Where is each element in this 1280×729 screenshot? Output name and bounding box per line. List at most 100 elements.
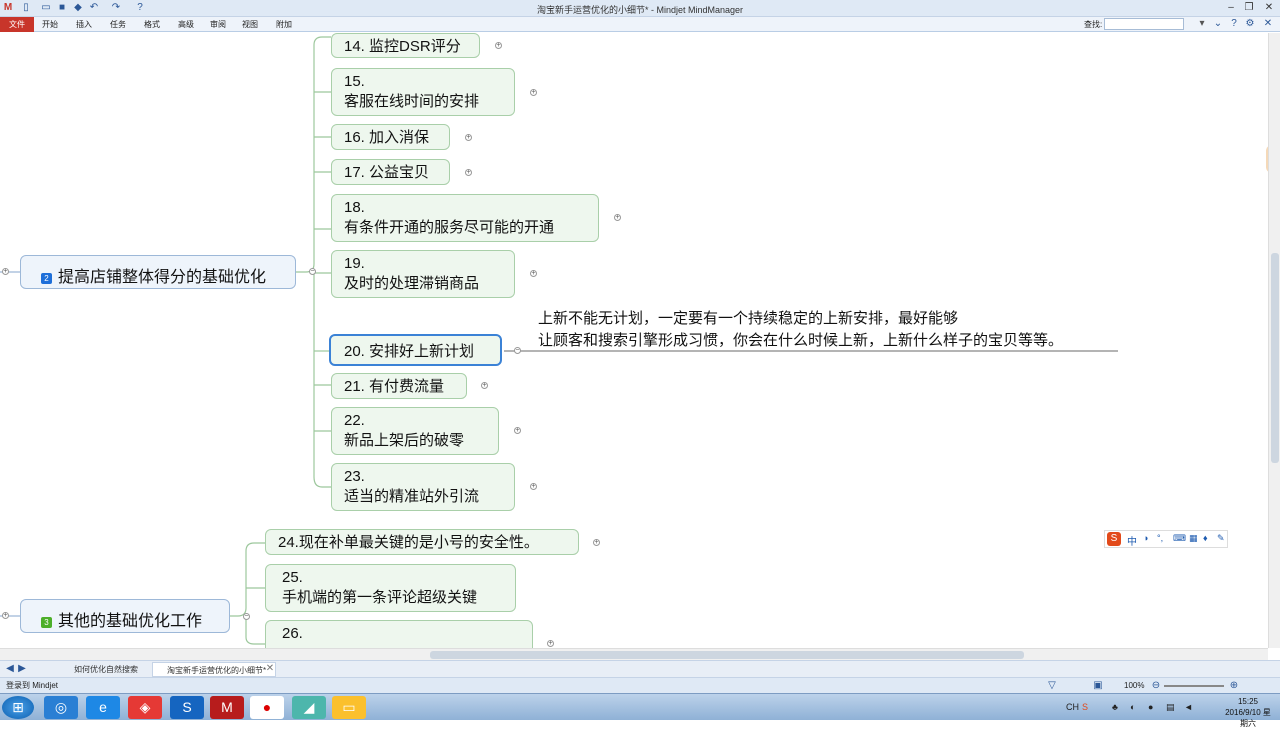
- expand-toggle-icon[interactable]: +: [530, 483, 537, 490]
- close-icon[interactable]: ✕: [1262, 1, 1276, 15]
- tab-file[interactable]: 文件: [0, 17, 34, 32]
- horizontal-scrollbar[interactable]: [0, 648, 1268, 660]
- tray-icon[interactable]: ●: [1148, 702, 1153, 712]
- tab-view[interactable]: 视图: [236, 17, 264, 32]
- expand-toggle-icon[interactable]: +: [495, 42, 502, 49]
- volume-icon[interactable]: ◄: [1184, 702, 1193, 712]
- taskbar-app-icon[interactable]: ◎: [44, 696, 78, 719]
- horizontal-scroll-thumb[interactable]: [430, 651, 1024, 659]
- collapse-toggle-icon[interactable]: −: [514, 347, 521, 354]
- tab-home[interactable]: 开始: [36, 17, 64, 32]
- keyboard-icon[interactable]: ⌨: [1173, 533, 1186, 544]
- settings-icon[interactable]: ⚙: [1244, 18, 1256, 30]
- topic-node-3[interactable]: 3 其他的基础优化工作: [20, 599, 230, 633]
- tab-prev-icon[interactable]: ◀: [4, 663, 16, 675]
- subtopic-21[interactable]: 21. 有付费流量: [331, 373, 467, 399]
- minimize-icon[interactable]: –: [1224, 1, 1238, 15]
- tab-review[interactable]: 审阅: [204, 17, 232, 32]
- expand-toggle-icon[interactable]: +: [530, 270, 537, 277]
- collapse-toggle-icon[interactable]: −: [243, 613, 250, 620]
- close-doc-icon[interactable]: ✕: [1262, 18, 1274, 30]
- subtopic-18[interactable]: 18. 有条件开通的服务尽可能的开通: [331, 194, 599, 242]
- help-circle-icon[interactable]: ?: [1228, 18, 1240, 30]
- view-mode-icon[interactable]: ▣: [1092, 680, 1104, 692]
- subtopic-number: 26.: [282, 625, 303, 642]
- sogou-icon[interactable]: S: [1107, 532, 1121, 546]
- app-icon[interactable]: ◈: [128, 696, 162, 719]
- subtopic-25[interactable]: 25. 手机端的第一条评论超级关键: [265, 564, 516, 612]
- subtopic-22[interactable]: 22. 新品上架后的破零: [331, 407, 499, 455]
- subtopic-17[interactable]: 17. 公益宝贝: [331, 159, 450, 185]
- app-icon[interactable]: ◢: [292, 696, 326, 719]
- close-tab-icon[interactable]: ✕: [264, 663, 276, 675]
- find-input[interactable]: [1104, 18, 1184, 30]
- tab-addins[interactable]: 附加: [270, 17, 298, 32]
- subtopic-20-selected[interactable]: 20. 安排好上新计划: [329, 334, 502, 366]
- zoom-in-icon[interactable]: ⊕: [1228, 680, 1240, 692]
- tab-next-icon[interactable]: ▶: [16, 663, 28, 675]
- tab-format[interactable]: 格式: [138, 17, 166, 32]
- qq-tray-icon[interactable]: ♣: [1112, 702, 1118, 712]
- tab-insert[interactable]: 插入: [70, 17, 98, 32]
- subtopic-24[interactable]: 24.现在补单最关键的是小号的安全性。: [265, 529, 579, 555]
- browser-icon[interactable]: e: [86, 696, 120, 719]
- expand-toggle-icon[interactable]: +: [465, 134, 472, 141]
- mindjet-icon[interactable]: M: [210, 696, 244, 719]
- subtopic-26[interactable]: 26.: [265, 620, 533, 648]
- doc-tab-natural-search[interactable]: 如何优化自然搜索: [60, 662, 140, 677]
- clock[interactable]: 15:25 2016/9/10 星期六: [1222, 696, 1274, 729]
- vertical-scroll-thumb[interactable]: [1271, 253, 1279, 463]
- map-canvas[interactable]: 2 提高店铺整体得分的基础优化 − + 14. 监控DSR评分 + 15. 客服在…: [0, 33, 1268, 648]
- subtopic-number: 25.: [282, 569, 303, 586]
- subtopic-number: 23.: [344, 468, 365, 485]
- document-tabs: ◀ ▶ 如何优化自然搜索 淘宝新手运营优化的小细节* ✕: [0, 660, 1280, 677]
- tab-task[interactable]: 任务: [104, 17, 132, 32]
- language-indicator[interactable]: CH: [1066, 702, 1079, 712]
- expand-toggle-icon[interactable]: +: [481, 382, 488, 389]
- expand-toggle-icon[interactable]: +: [593, 539, 600, 546]
- expand-toggle-icon[interactable]: +: [2, 612, 9, 619]
- skin-icon[interactable]: ♦: [1203, 533, 1208, 543]
- topic-node-2[interactable]: 2 提高店铺整体得分的基础优化: [20, 255, 296, 289]
- tools-icon[interactable]: ▦: [1189, 533, 1198, 544]
- settings-wrench-icon[interactable]: ✎: [1217, 533, 1225, 544]
- topic-label: 其他的基础优化工作: [58, 613, 203, 630]
- vertical-scrollbar[interactable]: [1268, 33, 1280, 648]
- ime-mode-icon[interactable]: 中: [1127, 533, 1137, 548]
- sogou-tray-icon[interactable]: S: [1082, 702, 1088, 712]
- recorder-icon[interactable]: ●: [250, 696, 284, 719]
- tab-advanced[interactable]: 高级: [172, 17, 200, 32]
- topic-number-badge: 3: [41, 617, 52, 628]
- start-button[interactable]: ⊞: [2, 696, 34, 719]
- half-width-icon[interactable]: ◑: [1143, 533, 1148, 543]
- login-status[interactable]: 登录到 Mindjet: [6, 678, 58, 694]
- zoom-slider[interactable]: [1164, 685, 1224, 687]
- doc-tab-current[interactable]: 淘宝新手运营优化的小细节*: [152, 662, 276, 677]
- ime-toolbar[interactable]: S 中 ◑ °, ⌨ ▦ ♦ ✎: [1104, 530, 1228, 548]
- expand-toggle-icon[interactable]: +: [530, 89, 537, 96]
- expand-toggle-icon[interactable]: +: [614, 214, 621, 221]
- subtopic-14[interactable]: 14. 监控DSR评分: [331, 33, 480, 58]
- filter-icon[interactable]: ▽: [1046, 680, 1058, 692]
- expand-toggle-icon[interactable]: +: [2, 268, 9, 275]
- collapse-toggle-icon[interactable]: −: [309, 268, 316, 275]
- expand-toggle-icon[interactable]: +: [547, 640, 554, 647]
- network-icon[interactable]: ▤: [1166, 702, 1175, 713]
- subtopic-23[interactable]: 23. 适当的精准站外引流: [331, 463, 515, 511]
- expand-toggle-icon[interactable]: +: [514, 427, 521, 434]
- chevron-down-icon[interactable]: ▾: [1196, 18, 1208, 30]
- expand-toggle-icon[interactable]: +: [465, 169, 472, 176]
- tray-icon[interactable]: ◐: [1130, 702, 1135, 712]
- sogou-app-icon[interactable]: S: [170, 696, 204, 719]
- zoom-out-icon[interactable]: ⊖: [1150, 680, 1162, 692]
- subtopic-label: 16. 加入消保: [344, 129, 430, 146]
- subtopic-19[interactable]: 19. 及时的处理滞销商品: [331, 250, 515, 298]
- options-icon[interactable]: ⌄: [1212, 18, 1224, 30]
- clock-time: 15:25: [1237, 697, 1259, 706]
- folder-icon[interactable]: ▭: [332, 696, 366, 719]
- punctuation-icon[interactable]: °,: [1157, 533, 1163, 543]
- restore-icon[interactable]: ❐: [1242, 1, 1256, 15]
- subtopic-15[interactable]: 15. 客服在线时间的安排: [331, 68, 515, 116]
- subtopic-number: 19.: [344, 255, 365, 272]
- subtopic-16[interactable]: 16. 加入消保: [331, 124, 450, 150]
